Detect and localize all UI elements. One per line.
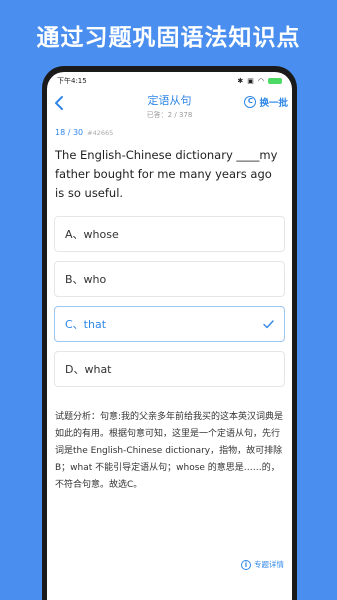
option-a[interactable]: A、whose [54,216,285,252]
topic-detail-label: 专题详情 [254,560,284,569]
nav-bar: 定语从句 已答：2 / 378 C 换一批 [47,90,292,124]
progress-counter: 18 / 30 [55,128,84,137]
nav-center: 定语从句 已答：2 / 378 [147,90,193,120]
back-arrow-icon[interactable] [53,95,67,111]
bluetooth-icon: ✱ [237,77,244,85]
option-label: C、that [65,318,107,331]
status-time: 下午4:15 [57,77,87,85]
promo-headline: 通过习题巩固语法知识点 [36,25,301,51]
battery-icon [268,78,282,84]
option-b[interactable]: B、who [54,261,285,297]
option-c[interactable]: C、that [54,306,285,342]
app-screen: 下午4:15 ✱ ▣ ◠ 定语从句 已答：2 / 378 C 换一批 18 / … [47,72,292,600]
phone-frame: 下午4:15 ✱ ▣ ◠ 定语从句 已答：2 / 378 C 换一批 18 / … [42,66,297,600]
wifi-icon: ◠ [257,77,264,85]
swap-batch-button[interactable]: C 换一批 [244,95,288,109]
status-bar: 下午4:15 ✱ ▣ ◠ [47,72,292,90]
topic-detail-link[interactable]: i 专题详情 [241,559,284,570]
option-label: D、what [65,363,112,376]
question-id: #42665 [87,129,114,137]
page-title: 定语从句 [147,94,192,107]
option-label: A、whose [65,228,119,241]
option-label: B、who [65,273,107,286]
option-d[interactable]: D、what [54,351,285,387]
answer-analysis: 试题分析：句意:我的父亲多年前给我买的这本英汉词典是如此的有用。根据句意可知，这… [55,412,284,490]
sim-icon: ▣ [247,77,254,85]
info-icon: i [241,559,251,570]
option-list: A、whose B、who C、that D、what [47,203,292,387]
swap-batch-label: 换一批 [259,98,288,109]
status-icons: ✱ ▣ ◠ [237,77,282,85]
answered-count: 已答：2 / 378 [146,111,193,119]
question-text: The English-Chinese dictionary ____my fa… [55,148,278,200]
question-progress: 18 / 30 #42665 [47,124,292,137]
check-icon [263,319,274,328]
refresh-icon: C [244,96,257,108]
